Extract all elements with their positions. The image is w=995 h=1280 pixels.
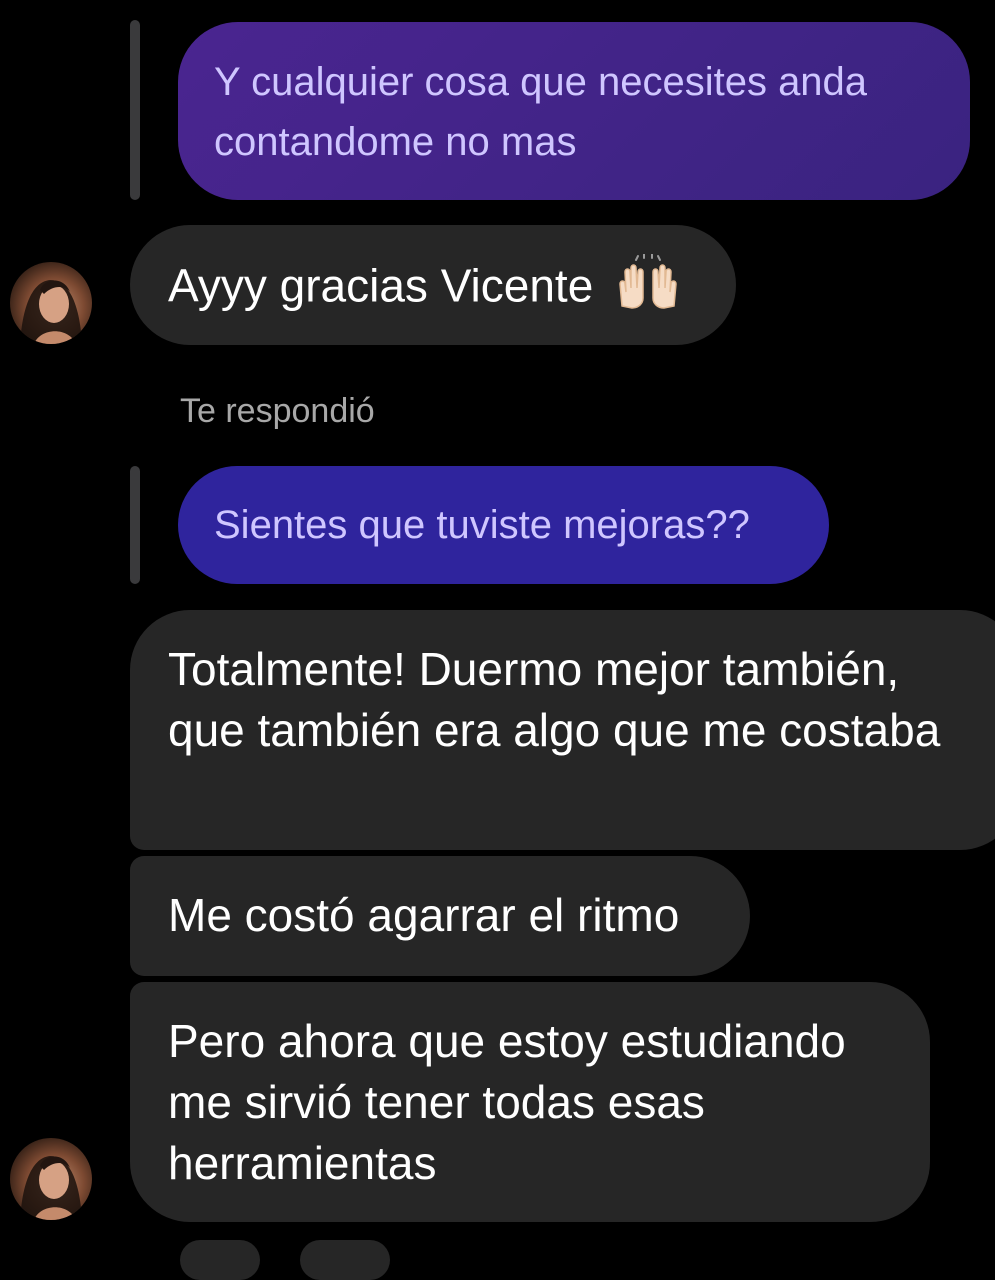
quoted-message-bubble[interactable]: Sientes que tuviste mejoras?? <box>178 466 829 584</box>
profile-photo-icon <box>20 1156 82 1220</box>
incoming-message-bubble[interactable]: Me costó agarrar el ritmo <box>130 856 750 976</box>
avatar[interactable] <box>10 262 92 344</box>
quoted-message-text: Sientes que tuviste mejoras?? <box>214 503 750 547</box>
avatar[interactable] <box>10 1138 92 1220</box>
profile-photo-icon <box>20 280 82 344</box>
reply-indicator-bar <box>130 466 140 584</box>
reply-indicator-bar <box>130 20 140 200</box>
partial-bubble-edge <box>300 1240 390 1280</box>
message-text: Ayyy gracias Vicente <box>168 259 594 312</box>
replied-label: Te respondió <box>180 392 375 430</box>
incoming-message-bubble[interactable]: Ayyy gracias Vicente <box>130 225 736 345</box>
quoted-message-bubble[interactable]: Y cualquier cosa que necesites anda cont… <box>178 22 970 200</box>
message-text: Me costó agarrar el ritmo <box>168 889 680 941</box>
raised-hands-icon <box>616 253 680 325</box>
quoted-message-text: Y cualquier cosa que necesites anda cont… <box>214 60 868 164</box>
incoming-message-bubble[interactable]: Totalmente! Duermo mejor también, que ta… <box>130 610 995 850</box>
partial-bubble-edge <box>180 1240 260 1280</box>
message-text: Totalmente! Duermo mejor también, que ta… <box>168 643 941 756</box>
incoming-message-bubble[interactable]: Pero ahora que estoy estudiando me sirvi… <box>130 982 930 1222</box>
message-text: Pero ahora que estoy estudiando me sirvi… <box>168 1015 846 1189</box>
